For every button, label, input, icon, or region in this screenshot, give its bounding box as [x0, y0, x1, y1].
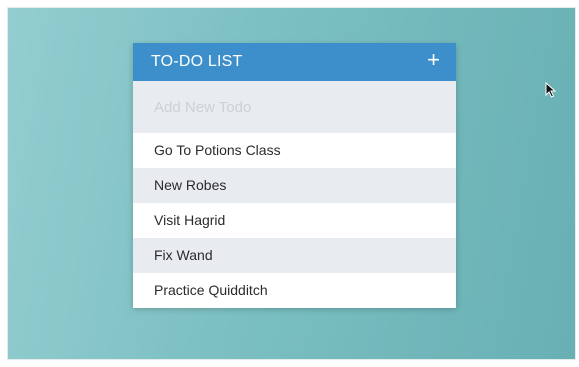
- todo-item[interactable]: Fix Wand: [133, 238, 456, 273]
- todo-item[interactable]: Go To Potions Class: [133, 133, 456, 168]
- add-new-todo-input[interactable]: [133, 81, 456, 133]
- todo-header: TO-DO LIST +: [133, 43, 456, 81]
- todo-card: TO-DO LIST + Go To Potions Class New Rob…: [133, 43, 456, 308]
- plus-icon: +: [427, 47, 440, 72]
- todo-item[interactable]: New Robes: [133, 168, 456, 203]
- add-todo-button[interactable]: +: [427, 49, 440, 71]
- todo-title: TO-DO LIST: [151, 53, 243, 70]
- todo-item[interactable]: Practice Quidditch: [133, 273, 456, 308]
- todo-item[interactable]: Visit Hagrid: [133, 203, 456, 238]
- mouse-pointer-icon: [545, 82, 557, 98]
- todo-list: Go To Potions Class New Robes Visit Hagr…: [133, 133, 456, 308]
